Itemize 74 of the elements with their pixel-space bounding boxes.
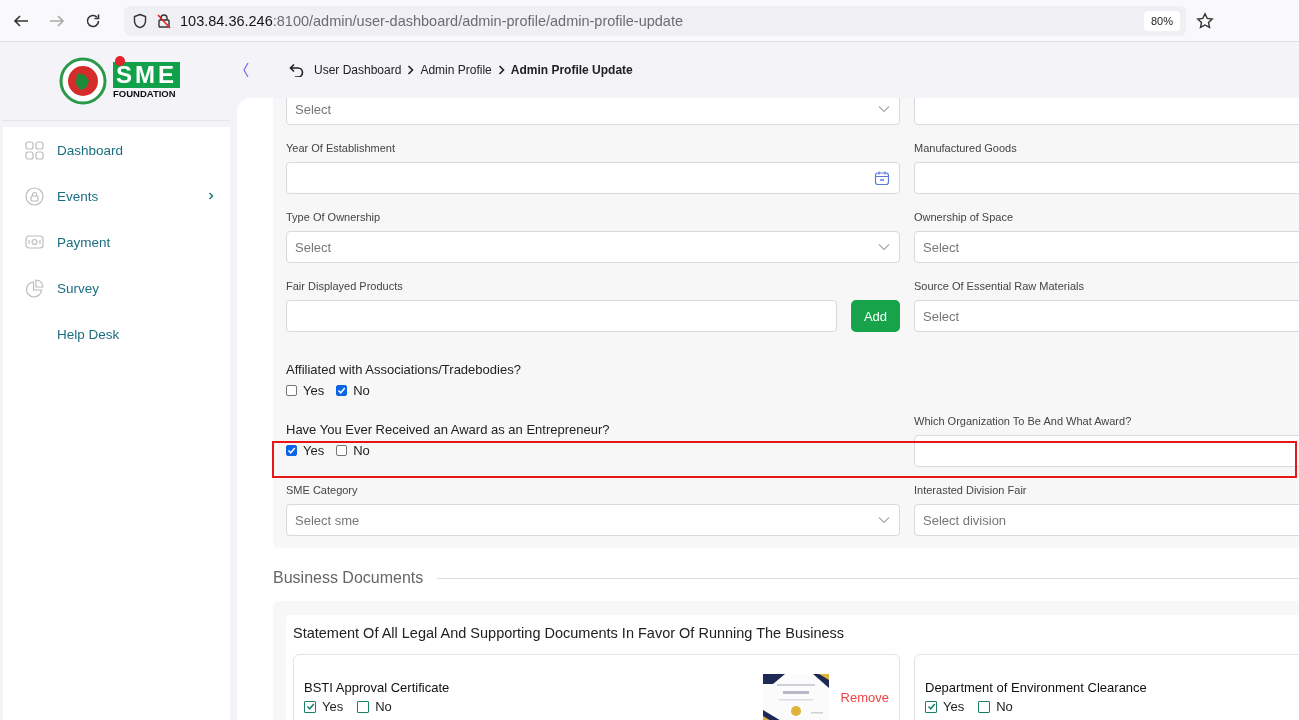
- option-label[interactable]: Yes: [303, 383, 325, 398]
- grid-icon: [25, 140, 44, 160]
- remove-link[interactable]: Remove: [840, 690, 889, 705]
- checkbox[interactable]: [286, 445, 297, 456]
- sidebar-item[interactable]: Payment: [3, 219, 230, 265]
- address-bar[interactable]: 103.84.36.246:8100/admin/user-dashboard/admin-profile/admin-profile-update 80%: [124, 5, 1186, 36]
- zoom-badge[interactable]: 80%: [1143, 10, 1180, 31]
- chevron-down-icon: [878, 516, 890, 524]
- option-label[interactable]: Yes: [303, 443, 325, 458]
- check-icon: [337, 386, 347, 395]
- chevron-down-icon: [878, 105, 890, 113]
- field-label: Interasted Division Fair: [914, 483, 1028, 497]
- chevron-down-icon: [878, 243, 890, 251]
- field-label: Source Of Essential Raw Materials: [914, 279, 1085, 293]
- chevron-right-icon: [208, 192, 214, 200]
- chevron-right-icon: [497, 65, 505, 75]
- select-field[interactable]: Select: [914, 300, 1299, 332]
- checkbox[interactable]: [286, 385, 297, 396]
- sidebar-item[interactable]: Events: [3, 173, 230, 219]
- select-field[interactable]: Select sme: [286, 504, 900, 536]
- question-text: Have You Ever Received an Award as an Entrepreneur?: [286, 422, 611, 438]
- calendar-icon[interactable]: [874, 170, 890, 186]
- field-label: Ownership of Space: [914, 210, 1015, 224]
- field-label: Fair Displayed Products: [286, 279, 404, 293]
- emblem-icon: [59, 57, 107, 105]
- breadcrumb-link[interactable]: User Dashboard: [314, 63, 402, 77]
- option-label[interactable]: No: [996, 699, 1013, 714]
- banknote-icon: [25, 232, 44, 252]
- logo-text: SME: [113, 62, 180, 88]
- sidebar-item[interactable]: Dashboard: [3, 127, 230, 173]
- option-label[interactable]: No: [353, 443, 370, 458]
- document-name: Department of Environment Clearance: [925, 680, 1148, 695]
- dot-icon: [115, 56, 125, 66]
- field-label: Type Of Ownership: [286, 210, 382, 224]
- checkbox[interactable]: [336, 445, 348, 456]
- chevron-right-icon: [407, 65, 415, 75]
- field-label: Which Organization To Be And What Award?: [914, 414, 1133, 428]
- documents-title: Statement Of All Legal And Supporting Documents In Favor Of Running The Business: [293, 625, 846, 641]
- check-icon: [305, 702, 315, 711]
- sidebar-item[interactable]: Help Desk: [3, 311, 230, 357]
- star-icon[interactable]: [1196, 11, 1214, 30]
- checkbox[interactable]: [978, 700, 991, 713]
- select-field[interactable]: Select division: [914, 504, 1299, 536]
- checkbox[interactable]: [357, 700, 370, 713]
- date-field[interactable]: [286, 162, 900, 194]
- sidebar-item[interactable]: Survey: [3, 265, 230, 311]
- breadcrumb-link[interactable]: Admin Profile: [420, 63, 492, 77]
- checkbox[interactable]: [304, 700, 316, 713]
- input-field[interactable]: [286, 300, 837, 332]
- option-label[interactable]: No: [353, 383, 370, 398]
- field-label: Manufactured Goods: [914, 141, 1018, 155]
- question-text: Affiliated with Associations/Tradebodies?: [286, 362, 522, 378]
- shield-icon: [132, 12, 148, 29]
- lock-icon: [25, 186, 44, 206]
- collapse-icon[interactable]: [242, 62, 250, 78]
- back-arrow-icon[interactable]: [288, 63, 304, 77]
- option-label[interactable]: No: [375, 699, 392, 714]
- document-name: BSTI Approval Certificate: [304, 680, 451, 695]
- logo-subtext: FOUNDATION: [113, 88, 177, 99]
- pie-chart-icon: [25, 278, 44, 298]
- select-field[interactable]: Select: [286, 98, 900, 125]
- checkbox[interactable]: [925, 700, 937, 713]
- select-field[interactable]: Select: [286, 231, 900, 263]
- url-text[interactable]: 103.84.36.246:8100/admin/user-dashboard/admin-profile/admin-profile-update: [180, 12, 1144, 29]
- field-label: Year Of Establishment: [286, 141, 397, 155]
- option-label[interactable]: Yes: [322, 699, 344, 714]
- section-heading: Business Documents: [273, 569, 424, 587]
- select-field[interactable]: Select: [914, 231, 1299, 263]
- checkbox[interactable]: [336, 385, 348, 396]
- check-icon: [926, 702, 936, 711]
- field-label: SME Category: [286, 483, 359, 497]
- check-icon: [287, 446, 296, 455]
- lock-slash-icon: [156, 12, 172, 29]
- option-label[interactable]: Yes: [943, 699, 965, 714]
